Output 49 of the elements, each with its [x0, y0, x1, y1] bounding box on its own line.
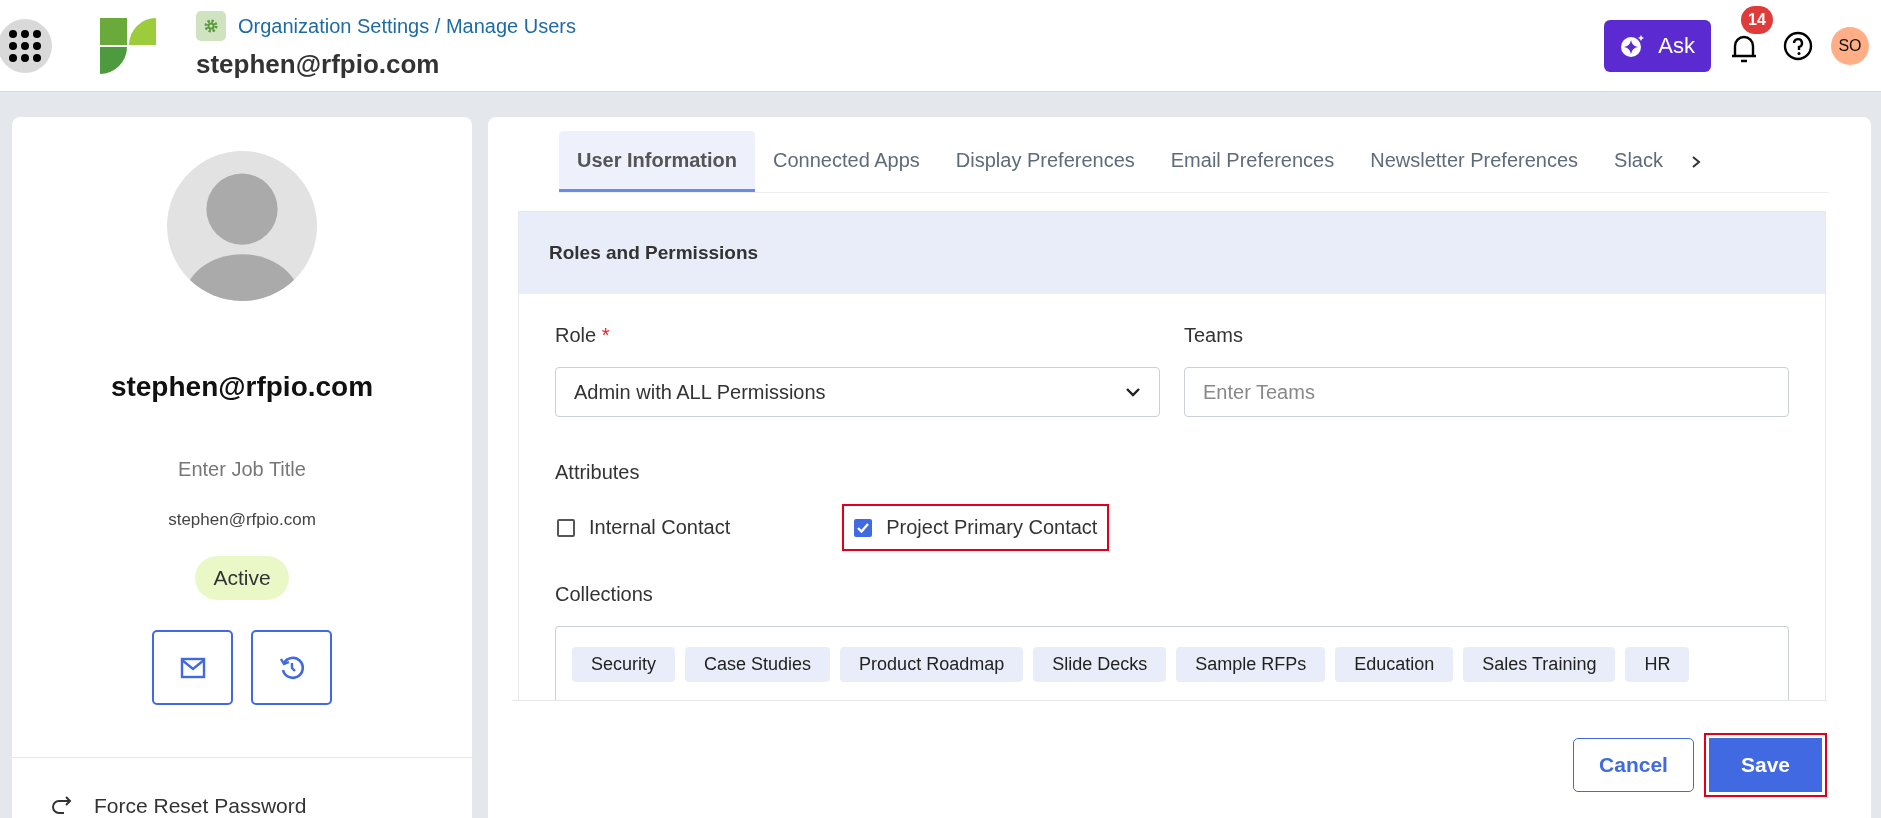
cancel-button[interactable]: Cancel — [1573, 738, 1694, 792]
role-select[interactable]: Admin with ALL Permissions — [555, 367, 1160, 417]
page-title: stephen@rfpio.com — [196, 49, 441, 80]
save-button[interactable]: Save — [1703, 733, 1827, 797]
collection-tag: Product Roadmap — [840, 647, 1024, 682]
apps-grid-button[interactable] — [0, 18, 52, 73]
teams-label: Teams — [1184, 324, 1244, 347]
help-icon[interactable] — [1783, 30, 1813, 61]
checkbox[interactable] — [854, 518, 873, 537]
collection-tag: Education — [1335, 647, 1454, 682]
user-email: stephen@rfpio.com — [168, 510, 316, 530]
ask-button[interactable]: Ask — [1604, 19, 1711, 72]
history-icon — [278, 654, 305, 681]
attribute-checkbox[interactable]: Internal Contact — [545, 504, 743, 551]
collection-tag: Case Studies — [685, 647, 831, 682]
attribute-checkbox[interactable]: Project Primary Contact — [842, 504, 1110, 551]
chevron-down-icon — [1125, 387, 1141, 397]
redo-arrow-icon — [50, 795, 74, 817]
teams-field[interactable]: Enter Teams — [1184, 367, 1789, 417]
email-button[interactable] — [152, 630, 233, 705]
tab[interactable]: Slack — [1596, 131, 1681, 192]
required-mark: * — [601, 324, 610, 346]
force-reset-password-link[interactable]: Force Reset Password — [50, 794, 307, 818]
tab[interactable]: Email Preferences — [1152, 131, 1353, 192]
user-avatar[interactable]: SO — [1831, 26, 1869, 65]
envelope-icon — [179, 656, 206, 679]
collections-field[interactable]: Security Case Studies Product Roadmap Slide Decks Sample RFPs Education Sales Training HR — [555, 626, 1789, 700]
tab[interactable]: Display Preferences — [937, 131, 1153, 192]
grid-icon — [8, 28, 42, 63]
breadcrumb-link[interactable]: Organization Settings / Manage Users — [238, 14, 576, 38]
logo-icon — [100, 17, 156, 74]
collections-label: Collections — [555, 583, 654, 606]
section-title: Roles and Permissions — [549, 242, 759, 264]
tab[interactable]: User Information — [559, 131, 756, 192]
tab[interactable]: Connected Apps — [755, 131, 938, 192]
collection-tag: Sample RFPs — [1176, 647, 1326, 682]
settings-icon — [196, 11, 226, 41]
checkbox[interactable] — [557, 518, 575, 537]
collection-tag: Security — [572, 647, 676, 682]
attributes-label: Attributes — [555, 461, 641, 484]
role-label: Role — [555, 324, 597, 346]
tab[interactable]: Newsletter Preferences — [1352, 131, 1597, 192]
collection-tag: HR — [1625, 647, 1690, 682]
user-name: stephen@rfpio.com — [110, 371, 374, 403]
notification-count: 14 — [1741, 5, 1773, 34]
collection-tag: Sales Training — [1463, 647, 1616, 682]
history-button[interactable] — [251, 630, 332, 705]
collection-tag: Slide Decks — [1033, 647, 1167, 682]
status-badge: Active — [195, 556, 289, 600]
